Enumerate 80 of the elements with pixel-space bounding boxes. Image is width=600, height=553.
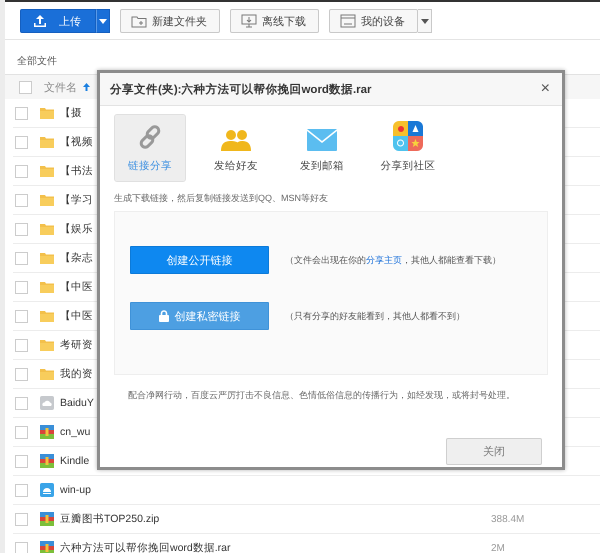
folder-icon xyxy=(40,252,54,264)
archive-icon xyxy=(40,512,54,526)
lock-icon xyxy=(158,310,168,322)
file-name[interactable]: 【视频 xyxy=(60,135,93,149)
checkbox[interactable] xyxy=(19,80,32,94)
description-text: 生成下载链接，然后复制链接发送到QQ、MSN等好友 xyxy=(114,192,330,205)
social-apps-icon xyxy=(393,121,423,151)
file-name[interactable]: 六种方法可以帮你挽回word数据.rar xyxy=(60,541,231,553)
file-name[interactable]: win-up xyxy=(60,484,91,496)
checkbox[interactable] xyxy=(15,106,28,120)
folder-icon xyxy=(40,339,54,351)
envelope-icon xyxy=(307,129,337,151)
upload-button[interactable]: 上传 xyxy=(20,9,96,33)
folder-icon xyxy=(40,310,54,322)
create-link-button[interactable]: 创建公开链接 xyxy=(130,246,269,274)
file-size: 388.4M xyxy=(491,514,524,524)
folder-icon xyxy=(40,107,54,119)
cloud-file-icon xyxy=(40,396,54,410)
people-icon xyxy=(221,129,251,151)
toolbar-button[interactable]: 新建文件夹 xyxy=(120,9,220,33)
folder-icon xyxy=(40,281,54,293)
folder-icon xyxy=(131,14,147,28)
file-name[interactable]: 【书法 xyxy=(60,164,93,178)
checkbox[interactable] xyxy=(15,136,28,148)
note-text: （文件会出现在你的分享主页，其他人都能查看下载） xyxy=(285,254,501,266)
toolbar-button[interactable]: 我的设备 xyxy=(329,9,418,33)
file-name[interactable]: BaiduY xyxy=(60,397,94,409)
checkbox[interactable] xyxy=(15,368,28,380)
monitor-download-icon xyxy=(241,14,257,28)
checkbox[interactable] xyxy=(15,512,28,526)
folder-icon xyxy=(40,165,54,177)
close-button[interactable]: × xyxy=(538,81,552,97)
dialog-title: 分享文件(夹):六种方法可以帮你挽回word数据.rar xyxy=(110,82,372,96)
checkbox[interactable] xyxy=(15,454,28,468)
toolbar-button[interactable]: 离线下载 xyxy=(230,9,319,33)
checkbox[interactable] xyxy=(15,164,28,178)
archive-icon xyxy=(40,454,54,468)
checkbox[interactable] xyxy=(15,222,28,236)
folder-icon xyxy=(40,136,54,148)
upload-icon xyxy=(33,14,47,28)
file-name[interactable]: 【中医 xyxy=(60,280,93,294)
breadcrumb[interactable]: 全部文件 xyxy=(17,56,57,67)
checkbox[interactable] xyxy=(15,310,28,322)
checkbox[interactable] xyxy=(15,426,28,438)
archive-icon xyxy=(40,541,54,553)
share-option-tab[interactable]: 分享到社区 xyxy=(372,114,444,182)
file-name[interactable]: 考研资 xyxy=(60,338,93,352)
checkbox[interactable] xyxy=(15,542,28,553)
file-name[interactable]: 【娱乐 xyxy=(60,222,93,236)
file-name[interactable]: 【中医 xyxy=(60,309,93,323)
file-name[interactable]: Kindle xyxy=(60,455,90,467)
checkbox[interactable] xyxy=(15,396,28,410)
sort-arrow-icon[interactable] xyxy=(83,83,90,91)
checkbox[interactable] xyxy=(15,194,28,206)
share-option-tab[interactable]: 发给好友 xyxy=(200,114,272,182)
share-homepage-link[interactable]: 分享主页 xyxy=(366,254,402,264)
file-name[interactable]: 豆瓣图书TOP250.zip xyxy=(60,512,160,526)
caret-icon xyxy=(99,18,107,24)
close-button[interactable]: 关闭 xyxy=(446,438,542,465)
folder-icon xyxy=(40,368,54,380)
checkbox[interactable] xyxy=(15,484,28,496)
file-name[interactable]: 【杂志 xyxy=(60,251,93,265)
file-name[interactable]: 【学习 xyxy=(60,193,93,207)
installer-icon xyxy=(40,483,54,497)
file-name[interactable]: 我的资 xyxy=(60,367,93,381)
caret-icon xyxy=(420,18,428,24)
file-name[interactable]: 【摄 xyxy=(60,106,82,120)
folder-icon xyxy=(40,194,54,206)
checkbox[interactable] xyxy=(15,338,28,352)
share-option-tab[interactable]: 发到邮箱 xyxy=(286,114,358,182)
file-size: 2M xyxy=(491,542,505,553)
dropdown-button[interactable] xyxy=(96,9,110,33)
checkbox[interactable] xyxy=(15,252,28,264)
note-text: （只有分享的好友能看到，其他人都看不到） xyxy=(285,310,465,322)
folder-icon xyxy=(40,223,54,235)
notice-text: 配合净网行动，百度云严厉打击不良信息、色情低俗信息的传播行为，如经发现，或将封号处理。 xyxy=(128,389,516,402)
file-name[interactable]: cn_wu xyxy=(60,426,90,438)
device-icon xyxy=(340,14,356,28)
archive-icon xyxy=(40,425,54,439)
checkbox[interactable] xyxy=(15,280,28,294)
